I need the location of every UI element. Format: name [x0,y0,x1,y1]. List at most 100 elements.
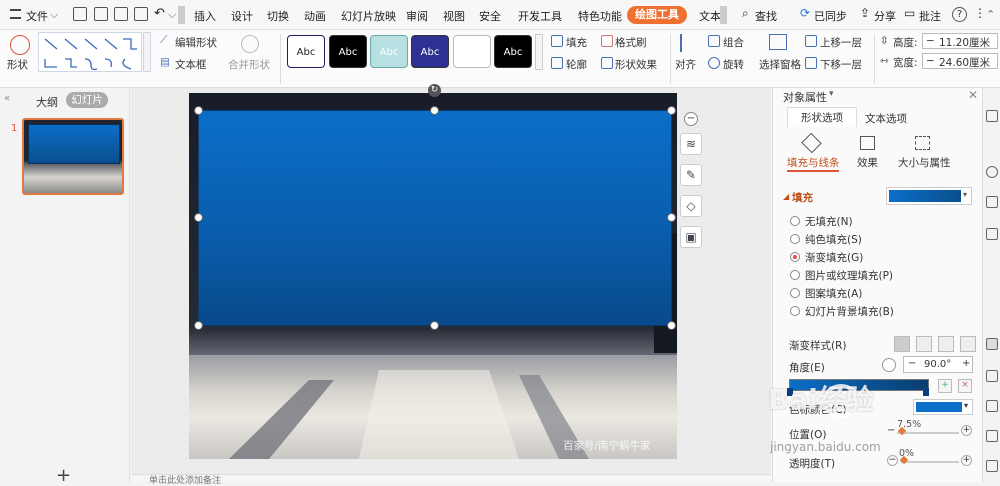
shape-gallery[interactable] [38,32,142,72]
style-preset-6[interactable]: Abc [494,35,532,68]
transparency-slider-track[interactable] [901,461,959,463]
help-icon[interactable]: ? [952,7,967,22]
merge-shape-button[interactable]: 合并形状 [228,57,270,72]
height-value[interactable]: 11.20厘米 [939,35,990,50]
shape-icon[interactable] [10,35,30,55]
tab-drawing-tools[interactable]: 绘图工具 [627,6,687,24]
edit-shape-button[interactable]: 编辑形状 [175,35,217,50]
file-menu[interactable]: 文件 [26,8,48,24]
option-picture-fill[interactable]: 图片或纹理填充(P) [805,268,893,283]
gradient-linear-button[interactable] [894,336,910,352]
gradient-stop-right[interactable] [923,388,929,396]
resize-handle-tr[interactable] [667,106,676,115]
radio-picture-fill[interactable] [790,270,800,280]
add-slide-button[interactable]: + [56,465,71,486]
tab-design[interactable]: 设计 [231,8,253,24]
resize-handle-ml[interactable] [194,213,203,222]
undo-icon[interactable]: ↶ [154,6,165,21]
tab-insert[interactable]: 插入 [194,8,216,24]
sidebar-property-icon[interactable] [986,338,998,350]
tab-security[interactable]: 安全 [479,8,501,24]
radio-solid-fill[interactable] [790,234,800,244]
option-no-fill[interactable]: 无填充(N) [805,214,853,229]
sidebar-shape-icon[interactable] [986,166,998,178]
section-toggle-icon[interactable]: ◢ [783,192,789,201]
gallery-scroll-icon[interactable] [143,32,151,72]
delete-stop-button[interactable]: × [958,379,972,393]
outline-button[interactable]: 轮廓 [566,57,587,72]
format-painter-button[interactable]: 格式刷 [615,35,647,50]
pen-icon[interactable]: ✎ [680,164,702,186]
tab-slideshow[interactable]: 幻灯片放映 [341,8,396,24]
sync-status[interactable]: 已同步 [814,8,847,24]
layers-icon[interactable]: ≋ [680,133,702,155]
export-icon[interactable] [94,7,108,21]
slide-thumbnail[interactable] [22,118,124,195]
selected-rectangle-shape[interactable] [198,110,672,326]
fill-button[interactable]: 填充 [566,35,587,50]
style-preset-2[interactable]: Abc [329,35,367,68]
subtab-size-props[interactable]: 大小与属性 [898,155,951,170]
save-icon[interactable] [73,7,87,21]
rotate-handle-icon[interactable]: ↻ [428,84,441,97]
sidebar-backup-icon[interactable] [986,400,998,412]
collapse-pane-icon[interactable]: « [4,93,10,104]
gradient-stop-left[interactable] [787,388,793,396]
tab-slides[interactable]: 幻灯片 [66,92,108,108]
collapse-ribbon-icon[interactable]: ⌃ [986,8,995,21]
group-button[interactable]: 组合 [723,35,744,50]
panel-menu-icon[interactable]: ▾ [829,89,834,99]
bring-forward-button[interactable]: 上移一层 [820,35,862,50]
search-button[interactable]: 查找 [755,8,777,24]
width-stepper[interactable]: − 24.60厘米 [922,53,998,69]
shape-effect-button[interactable]: 形状效果 [615,57,657,72]
notes-placeholder[interactable]: 单击此处添加备注 [149,476,221,486]
option-solid-fill[interactable]: 纯色填充(S) [805,232,862,247]
shape-button[interactable]: 形状 [7,57,28,72]
resize-handle-tm[interactable] [430,106,439,115]
resize-handle-bm[interactable] [430,321,439,330]
option-pattern-fill[interactable]: 图案填充(A) [805,286,862,301]
sidebar-list-icon[interactable] [986,370,998,382]
transparency-decrement[interactable]: − [887,455,898,466]
style-preset-3[interactable]: Abc [370,35,408,68]
search-icon[interactable]: ⌕ [742,6,749,21]
sidebar-tools-icon[interactable] [986,228,998,240]
option-slide-bg-fill[interactable]: 幻灯片背景填充(B) [805,304,894,319]
scroll-left-button[interactable] [178,6,185,24]
angle-increment[interactable]: + [962,358,970,369]
style-gallery-scroll[interactable] [535,34,543,70]
style-preset-4[interactable]: Abc [411,35,449,68]
tab-animation[interactable]: 动画 [304,8,326,24]
share-button[interactable]: 分享 [874,8,896,24]
transparency-increment[interactable]: + [961,455,972,466]
resize-handle-bl[interactable] [194,321,203,330]
sidebar-effect-icon[interactable] [986,196,998,208]
subtab-fill-line[interactable]: 填充与线条 [787,155,840,170]
fill-line-icon[interactable] [801,132,822,154]
option-gradient-fill[interactable]: 渐变填充(G) [805,250,863,265]
zoom-out-icon[interactable]: − [684,112,698,126]
effect-icon[interactable] [860,136,875,150]
tab-review[interactable]: 审阅 [406,8,428,24]
dropdown-icon[interactable]: ⌵ [168,8,176,22]
resize-handle-tl[interactable] [194,106,203,115]
angle-stepper[interactable]: − 90.0° + [903,356,973,373]
resize-handle-br[interactable] [667,321,676,330]
close-icon[interactable]: ✕ [968,88,978,102]
comment-button[interactable]: 批注 [919,8,941,24]
tab-outline[interactable]: 大纲 [36,94,58,110]
notes-bar[interactable] [131,474,771,482]
tab-view[interactable]: 视图 [443,8,465,24]
radio-no-fill[interactable] [790,216,800,226]
gradient-radial-button[interactable] [916,336,932,352]
tab-text[interactable]: 文本 [699,8,721,24]
gradient-path-button[interactable] [960,336,976,352]
add-stop-button[interactable]: + [938,379,952,393]
select-pane-button[interactable]: 选择窗格 [759,57,801,72]
rotate-button[interactable]: 旋转 [723,57,744,72]
radio-gradient-fill[interactable] [790,252,800,262]
position-decrement[interactable]: − [887,425,895,436]
radio-slide-bg-fill[interactable] [790,306,800,316]
tab-shape-options[interactable]: 形状选项 [787,107,857,127]
